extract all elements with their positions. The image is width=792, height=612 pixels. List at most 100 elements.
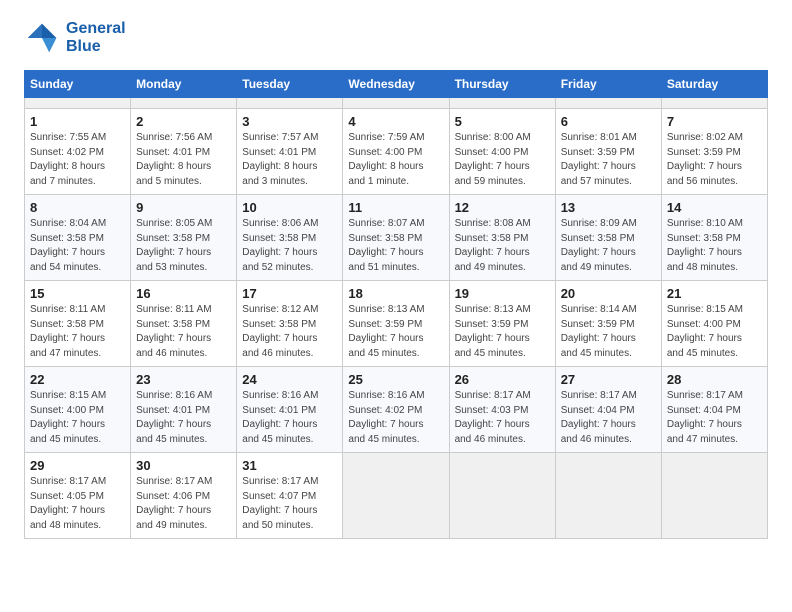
calendar-cell: 17 Sunrise: 8:12 AM Sunset: 3:58 PM Dayli…	[237, 281, 343, 367]
calendar-cell	[237, 98, 343, 109]
calendar-cell: 24 Sunrise: 8:16 AM Sunset: 4:01 PM Dayli…	[237, 367, 343, 453]
day-info: Sunrise: 8:16 AM Sunset: 4:01 PM Dayligh…	[136, 389, 231, 447]
day-info: Sunrise: 8:15 AM Sunset: 4:00 PM Dayligh…	[667, 303, 762, 361]
col-header-saturday: Saturday	[661, 71, 767, 98]
day-info: Sunrise: 8:13 AM Sunset: 3:59 PM Dayligh…	[348, 303, 443, 361]
logo-icon	[24, 20, 60, 56]
day-info: Sunrise: 8:17 AM Sunset: 4:03 PM Dayligh…	[455, 389, 550, 447]
day-number: 29	[30, 458, 125, 473]
day-info: Sunrise: 8:01 AM Sunset: 3:59 PM Dayligh…	[561, 131, 656, 189]
day-number: 9	[136, 200, 231, 215]
day-number: 6	[561, 114, 656, 129]
day-number: 30	[136, 458, 231, 473]
week-row-4: 22 Sunrise: 8:15 AM Sunset: 4:00 PM Dayli…	[25, 367, 768, 453]
calendar-cell: 2 Sunrise: 7:56 AM Sunset: 4:01 PM Daylig…	[131, 109, 237, 195]
calendar-cell: 31 Sunrise: 8:17 AM Sunset: 4:07 PM Dayli…	[237, 453, 343, 539]
day-info: Sunrise: 8:02 AM Sunset: 3:59 PM Dayligh…	[667, 131, 762, 189]
day-info: Sunrise: 8:17 AM Sunset: 4:04 PM Dayligh…	[667, 389, 762, 447]
day-number: 12	[455, 200, 550, 215]
calendar-cell: 13 Sunrise: 8:09 AM Sunset: 3:58 PM Dayli…	[555, 195, 661, 281]
calendar-table: SundayMondayTuesdayWednesdayThursdayFrid…	[24, 70, 768, 539]
calendar-cell: 1 Sunrise: 7:55 AM Sunset: 4:02 PM Daylig…	[25, 109, 131, 195]
day-info: Sunrise: 8:10 AM Sunset: 3:58 PM Dayligh…	[667, 217, 762, 275]
day-number: 14	[667, 200, 762, 215]
day-number: 25	[348, 372, 443, 387]
calendar-cell	[661, 453, 767, 539]
calendar-cell: 22 Sunrise: 8:15 AM Sunset: 4:00 PM Dayli…	[25, 367, 131, 453]
day-info: Sunrise: 8:09 AM Sunset: 3:58 PM Dayligh…	[561, 217, 656, 275]
calendar-cell	[343, 453, 449, 539]
col-header-friday: Friday	[555, 71, 661, 98]
day-number: 31	[242, 458, 337, 473]
calendar-header-row: SundayMondayTuesdayWednesdayThursdayFrid…	[25, 71, 768, 98]
calendar-cell	[661, 98, 767, 109]
calendar-cell	[343, 98, 449, 109]
calendar-cell: 4Sunrise: 7:59 AM Sunset: 4:00 PM Daylig…	[343, 109, 449, 195]
week-row-3: 15 Sunrise: 8:11 AM Sunset: 3:58 PM Dayli…	[25, 281, 768, 367]
calendar-cell: 18Sunrise: 8:13 AM Sunset: 3:59 PM Dayli…	[343, 281, 449, 367]
calendar-cell: 19Sunrise: 8:13 AM Sunset: 3:59 PM Dayli…	[449, 281, 555, 367]
day-info: Sunrise: 7:55 AM Sunset: 4:02 PM Dayligh…	[30, 131, 125, 189]
col-header-thursday: Thursday	[449, 71, 555, 98]
calendar-cell: 28 Sunrise: 8:17 AM Sunset: 4:04 PM Dayli…	[661, 367, 767, 453]
calendar-cell: 12 Sunrise: 8:08 AM Sunset: 3:58 PM Dayli…	[449, 195, 555, 281]
week-row-5: 29 Sunrise: 8:17 AM Sunset: 4:05 PM Dayli…	[25, 453, 768, 539]
day-number: 24	[242, 372, 337, 387]
day-number: 17	[242, 286, 337, 301]
day-number: 13	[561, 200, 656, 215]
calendar-cell: 7Sunrise: 8:02 AM Sunset: 3:59 PM Daylig…	[661, 109, 767, 195]
calendar-cell: 29 Sunrise: 8:17 AM Sunset: 4:05 PM Dayli…	[25, 453, 131, 539]
day-info: Sunrise: 7:56 AM Sunset: 4:01 PM Dayligh…	[136, 131, 231, 189]
day-info: Sunrise: 8:16 AM Sunset: 4:01 PM Dayligh…	[242, 389, 337, 447]
calendar-cell: 14 Sunrise: 8:10 AM Sunset: 3:58 PM Dayli…	[661, 195, 767, 281]
day-number: 15	[30, 286, 125, 301]
day-number: 5	[455, 114, 550, 129]
day-info: Sunrise: 8:04 AM Sunset: 3:58 PM Dayligh…	[30, 217, 125, 275]
day-number: 4	[348, 114, 443, 129]
day-number: 26	[455, 372, 550, 387]
calendar-cell: 27 Sunrise: 8:17 AM Sunset: 4:04 PM Dayli…	[555, 367, 661, 453]
day-info: Sunrise: 8:07 AM Sunset: 3:58 PM Dayligh…	[348, 217, 443, 275]
day-number: 22	[30, 372, 125, 387]
calendar-cell: 25 Sunrise: 8:16 AM Sunset: 4:02 PM Dayli…	[343, 367, 449, 453]
day-info: Sunrise: 8:17 AM Sunset: 4:04 PM Dayligh…	[561, 389, 656, 447]
calendar-cell: 8Sunrise: 8:04 AM Sunset: 3:58 PM Daylig…	[25, 195, 131, 281]
calendar-cell: 16Sunrise: 8:11 AM Sunset: 3:58 PM Dayli…	[131, 281, 237, 367]
logo: General Blue	[24, 20, 126, 56]
day-info: Sunrise: 8:17 AM Sunset: 4:05 PM Dayligh…	[30, 475, 125, 533]
calendar-cell: 21Sunrise: 8:15 AM Sunset: 4:00 PM Dayli…	[661, 281, 767, 367]
page-header: General Blue	[24, 20, 768, 56]
day-info: Sunrise: 8:05 AM Sunset: 3:58 PM Dayligh…	[136, 217, 231, 275]
calendar-cell: 6 Sunrise: 8:01 AM Sunset: 3:59 PM Daylig…	[555, 109, 661, 195]
day-info: Sunrise: 8:08 AM Sunset: 3:58 PM Dayligh…	[455, 217, 550, 275]
day-info: Sunrise: 8:13 AM Sunset: 3:59 PM Dayligh…	[455, 303, 550, 361]
calendar-cell: 10Sunrise: 8:06 AM Sunset: 3:58 PM Dayli…	[237, 195, 343, 281]
day-info: Sunrise: 8:11 AM Sunset: 3:58 PM Dayligh…	[30, 303, 125, 361]
day-info: Sunrise: 8:17 AM Sunset: 4:07 PM Dayligh…	[242, 475, 337, 533]
day-info: Sunrise: 8:15 AM Sunset: 4:00 PM Dayligh…	[30, 389, 125, 447]
day-info: Sunrise: 8:17 AM Sunset: 4:06 PM Dayligh…	[136, 475, 231, 533]
calendar-cell: 26 Sunrise: 8:17 AM Sunset: 4:03 PM Dayli…	[449, 367, 555, 453]
col-header-tuesday: Tuesday	[237, 71, 343, 98]
calendar-cell: 5Sunrise: 8:00 AM Sunset: 4:00 PM Daylig…	[449, 109, 555, 195]
day-number: 23	[136, 372, 231, 387]
calendar-cell: 11Sunrise: 8:07 AM Sunset: 3:58 PM Dayli…	[343, 195, 449, 281]
day-number: 27	[561, 372, 656, 387]
day-info: Sunrise: 8:14 AM Sunset: 3:59 PM Dayligh…	[561, 303, 656, 361]
day-number: 3	[242, 114, 337, 129]
calendar-cell	[449, 98, 555, 109]
day-number: 2	[136, 114, 231, 129]
day-info: Sunrise: 8:12 AM Sunset: 3:58 PM Dayligh…	[242, 303, 337, 361]
calendar-cell	[449, 453, 555, 539]
logo-text: General Blue	[66, 20, 126, 56]
calendar-cell: 15 Sunrise: 8:11 AM Sunset: 3:58 PM Dayli…	[25, 281, 131, 367]
day-info: Sunrise: 8:16 AM Sunset: 4:02 PM Dayligh…	[348, 389, 443, 447]
week-row-2: 8Sunrise: 8:04 AM Sunset: 3:58 PM Daylig…	[25, 195, 768, 281]
week-row-0	[25, 98, 768, 109]
day-number: 1	[30, 114, 125, 129]
calendar-cell: 9 Sunrise: 8:05 AM Sunset: 3:58 PM Daylig…	[131, 195, 237, 281]
week-row-1: 1 Sunrise: 7:55 AM Sunset: 4:02 PM Daylig…	[25, 109, 768, 195]
calendar-cell: 3Sunrise: 7:57 AM Sunset: 4:01 PM Daylig…	[237, 109, 343, 195]
day-number: 28	[667, 372, 762, 387]
col-header-monday: Monday	[131, 71, 237, 98]
